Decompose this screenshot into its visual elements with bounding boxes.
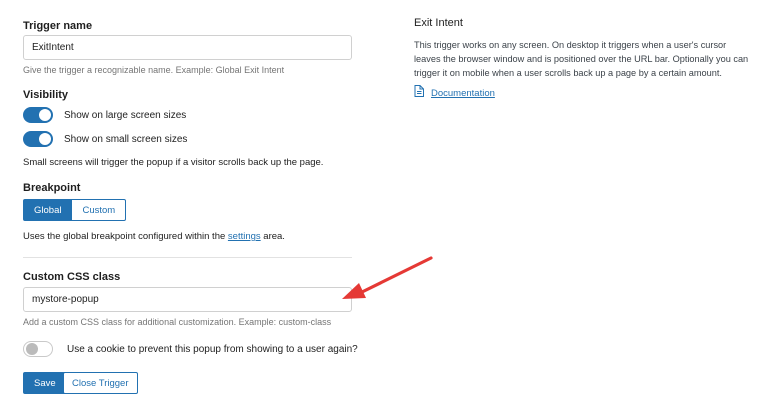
- trigger-name-label: Trigger name: [23, 20, 93, 32]
- breakpoint-custom-button[interactable]: Custom: [72, 199, 127, 221]
- visibility-note: Small screens will trigger the popup if …: [23, 157, 324, 168]
- annotation-arrow-icon: [342, 256, 433, 299]
- small-screen-toggle[interactable]: [23, 131, 53, 147]
- close-trigger-button[interactable]: Close Trigger: [63, 372, 138, 394]
- trigger-name-input[interactable]: [23, 35, 352, 60]
- small-screen-row: Show on small screen sizes: [23, 131, 187, 147]
- large-screen-row: Show on large screen sizes: [23, 107, 186, 123]
- documentation-link-text: Documentation: [431, 87, 495, 99]
- css-class-label: Custom CSS class: [23, 271, 121, 283]
- documentation-link[interactable]: Documentation: [414, 84, 495, 102]
- large-screen-label: Show on large screen sizes: [64, 109, 187, 121]
- settings-link[interactable]: settings: [228, 231, 261, 242]
- large-screen-toggle[interactable]: [23, 107, 53, 123]
- css-class-input[interactable]: [23, 287, 352, 312]
- section-divider: [23, 257, 352, 258]
- breakpoint-label: Breakpoint: [23, 182, 81, 194]
- cookie-toggle[interactable]: [23, 341, 53, 357]
- toggle-knob: [26, 343, 38, 355]
- breakpoint-selector: Global Custom: [23, 199, 127, 221]
- info-description: This trigger works on any screen. On des…: [414, 40, 749, 78]
- toggle-knob: [39, 133, 51, 145]
- visibility-label: Visibility: [23, 89, 69, 101]
- css-class-help: Add a custom CSS class for additional cu…: [23, 317, 332, 327]
- toggle-knob: [39, 109, 51, 121]
- document-icon: [414, 84, 424, 102]
- breakpoint-note: Uses the global breakpoint configured wi…: [23, 231, 285, 242]
- save-button[interactable]: Save: [23, 372, 67, 394]
- breakpoint-note-suffix: area.: [260, 231, 285, 242]
- info-title: Exit Intent: [414, 17, 463, 29]
- small-screen-label: Show on small screen sizes: [64, 133, 188, 145]
- breakpoint-note-prefix: Uses the global breakpoint configured wi…: [23, 231, 228, 242]
- cookie-label: Use a cookie to prevent this popup from …: [67, 343, 358, 355]
- breakpoint-global-button[interactable]: Global: [23, 199, 73, 221]
- trigger-name-help: Give the trigger a recognizable name. Ex…: [23, 65, 285, 75]
- cookie-row: Use a cookie to prevent this popup from …: [23, 341, 358, 357]
